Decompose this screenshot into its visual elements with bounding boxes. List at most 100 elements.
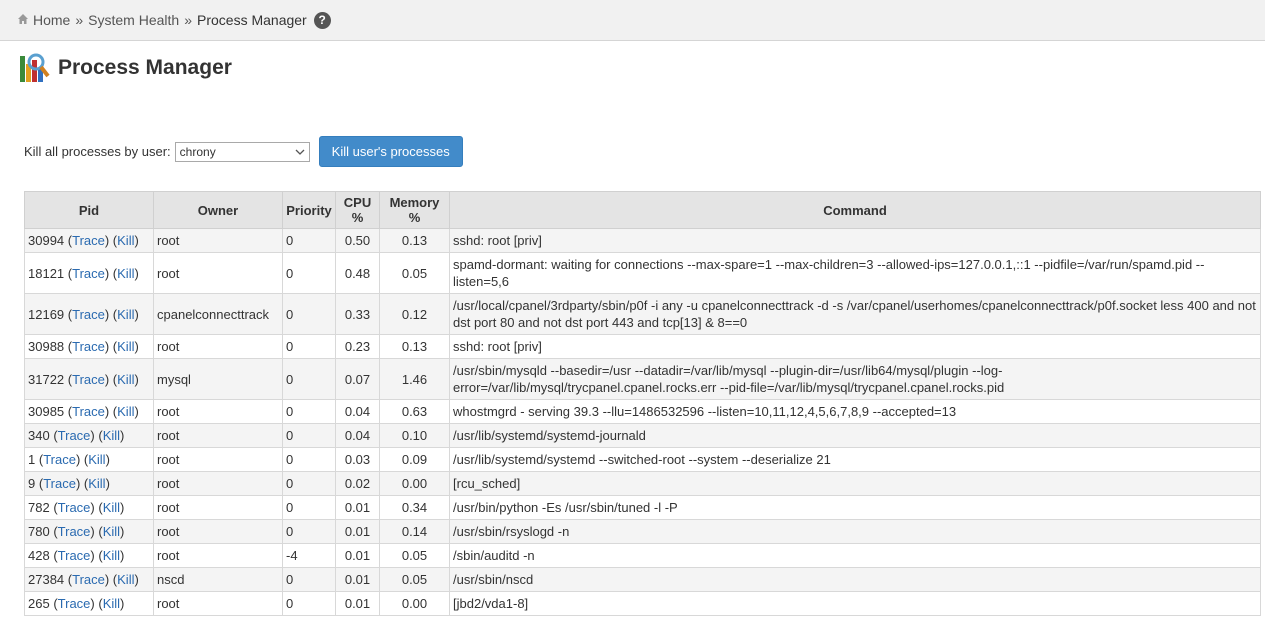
cpu-cell: 0.01 <box>335 543 380 568</box>
user-select-value: chrony <box>179 144 216 159</box>
cpu-cell: 0.01 <box>335 519 380 544</box>
cpu-cell: 0.02 <box>335 471 380 496</box>
header-cpu[interactable]: CPU % <box>335 191 380 229</box>
process-table: Pid Owner Priority CPU % Memory % Comman… <box>24 191 1261 616</box>
priority-cell: 0 <box>282 567 336 592</box>
pid-cell: 30988 (Trace) (Kill) <box>24 334 154 359</box>
memory-cell: 0.34 <box>379 495 450 520</box>
trace-link[interactable]: Trace <box>43 452 76 467</box>
breadcrumb-current: Process Manager <box>197 12 307 28</box>
pid-cell: 782 (Trace) (Kill) <box>24 495 154 520</box>
breadcrumb-separator: » <box>75 12 84 28</box>
trace-link[interactable]: Trace <box>58 596 91 611</box>
header-owner[interactable]: Owner <box>153 191 283 229</box>
kill-link[interactable]: Kill <box>117 404 134 419</box>
kill-link[interactable]: Kill <box>117 233 134 248</box>
header-memory[interactable]: Memory % <box>379 191 450 229</box>
kill-link[interactable]: Kill <box>103 548 120 563</box>
pid-cell: 9 (Trace) (Kill) <box>24 471 154 496</box>
kill-link[interactable]: Kill <box>117 339 134 354</box>
header-priority[interactable]: Priority <box>282 191 336 229</box>
kill-link[interactable]: Kill <box>117 572 134 587</box>
breadcrumb-home-link[interactable]: Home <box>33 12 70 28</box>
owner-cell: nscd <box>153 567 283 592</box>
command-cell: sshd: root [priv] <box>449 334 1261 359</box>
priority-cell: 0 <box>282 591 336 616</box>
user-select[interactable]: chrony <box>174 141 310 162</box>
pid-value: 782 <box>28 500 50 515</box>
kill-link[interactable]: Kill <box>103 524 120 539</box>
trace-link[interactable]: Trace <box>58 500 91 515</box>
cpu-cell: 0.03 <box>335 447 380 472</box>
trace-link[interactable]: Trace <box>58 548 91 563</box>
pid-value: 340 <box>28 428 50 443</box>
command-cell: [jbd2/vda1-8] <box>449 591 1261 616</box>
table-header-row: Pid Owner Priority CPU % Memory % Comman… <box>24 191 1261 229</box>
memory-cell: 0.05 <box>379 567 450 592</box>
owner-cell: root <box>153 543 283 568</box>
memory-cell: 1.46 <box>379 358 450 400</box>
cpu-cell: 0.04 <box>335 399 380 424</box>
trace-link[interactable]: Trace <box>43 476 76 491</box>
pid-value: 780 <box>28 524 50 539</box>
owner-cell: root <box>153 591 283 616</box>
chevron-down-icon <box>295 149 305 155</box>
pid-value: 265 <box>28 596 50 611</box>
priority-cell: 0 <box>282 399 336 424</box>
priority-cell: 0 <box>282 495 336 520</box>
memory-cell: 0.05 <box>379 543 450 568</box>
pid-value: 30988 <box>28 339 65 354</box>
help-icon[interactable]: ? <box>313 11 331 29</box>
command-cell: spamd-dormant: waiting for connections -… <box>449 252 1261 294</box>
trace-link[interactable]: Trace <box>72 372 105 387</box>
owner-cell: root <box>153 228 283 253</box>
owner-cell: root <box>153 423 283 448</box>
trace-link[interactable]: Trace <box>58 428 91 443</box>
kill-link[interactable]: Kill <box>117 372 134 387</box>
table-row: 30988 (Trace) (Kill) root 0 0.23 0.13 sshd: r… <box>24 334 1261 359</box>
cpu-cell: 0.01 <box>335 591 380 616</box>
priority-cell: 0 <box>282 293 336 335</box>
header-pid[interactable]: Pid <box>24 191 154 229</box>
home-icon <box>18 14 28 24</box>
pid-value: 12169 <box>28 306 65 322</box>
trace-link[interactable]: Trace <box>72 266 105 281</box>
command-cell: /usr/local/cpanel/3rdparty/sbin/p0f -i a… <box>449 293 1261 335</box>
trace-link[interactable]: Trace <box>72 339 105 354</box>
cpu-cell: 0.04 <box>335 423 380 448</box>
kill-link[interactable]: Kill <box>103 596 120 611</box>
command-cell: /usr/bin/python -Es /usr/sbin/tuned -l -… <box>449 495 1261 520</box>
trace-link[interactable]: Trace <box>72 307 105 322</box>
memory-cell: 0.00 <box>379 471 450 496</box>
command-cell: /usr/sbin/mysqld --basedir=/usr --datadi… <box>449 358 1261 400</box>
table-row: 428 (Trace) (Kill) root -4 0.01 0.05/sbin/au… <box>24 543 1261 568</box>
pid-value: 9 <box>28 476 36 491</box>
trace-link[interactable]: Trace <box>72 572 105 587</box>
kill-link[interactable]: Kill <box>117 266 134 281</box>
kill-link[interactable]: Kill <box>117 307 134 322</box>
trace-link[interactable]: Trace <box>72 404 105 419</box>
memory-cell: 0.00 <box>379 591 450 616</box>
table-row: 340 (Trace) (Kill) root 0 0.04 0.10/usr/lib/… <box>24 423 1261 448</box>
memory-cell: 0.10 <box>379 423 450 448</box>
header-command[interactable]: Command <box>449 191 1261 229</box>
kill-link[interactable]: Kill <box>88 452 105 467</box>
owner-cell: root <box>153 334 283 359</box>
kill-link[interactable]: Kill <box>103 500 120 515</box>
pid-value: 30994 <box>28 233 65 248</box>
breadcrumb-system-health-link[interactable]: System Health <box>88 12 179 28</box>
memory-cell: 0.63 <box>379 399 450 424</box>
table-row: 782 (Trace) (Kill) root 0 0.01 0.34/usr/bin/… <box>24 495 1261 520</box>
priority-cell: 0 <box>282 423 336 448</box>
kill-users-processes-button[interactable]: Kill user's processes <box>318 136 463 167</box>
kill-link[interactable]: Kill <box>103 428 120 443</box>
trace-link[interactable]: Trace <box>72 233 105 248</box>
command-cell: sshd: root [priv] <box>449 228 1261 253</box>
command-cell: [rcu_sched] <box>449 471 1261 496</box>
table-row: 265 (Trace) (Kill) root 0 0.01 0.00 [jbd2/vda… <box>24 591 1261 616</box>
cpu-cell: 0.07 <box>335 358 380 400</box>
memory-cell: 0.13 <box>379 228 450 253</box>
kill-link[interactable]: Kill <box>88 476 105 491</box>
owner-cell: root <box>153 399 283 424</box>
trace-link[interactable]: Trace <box>58 524 91 539</box>
